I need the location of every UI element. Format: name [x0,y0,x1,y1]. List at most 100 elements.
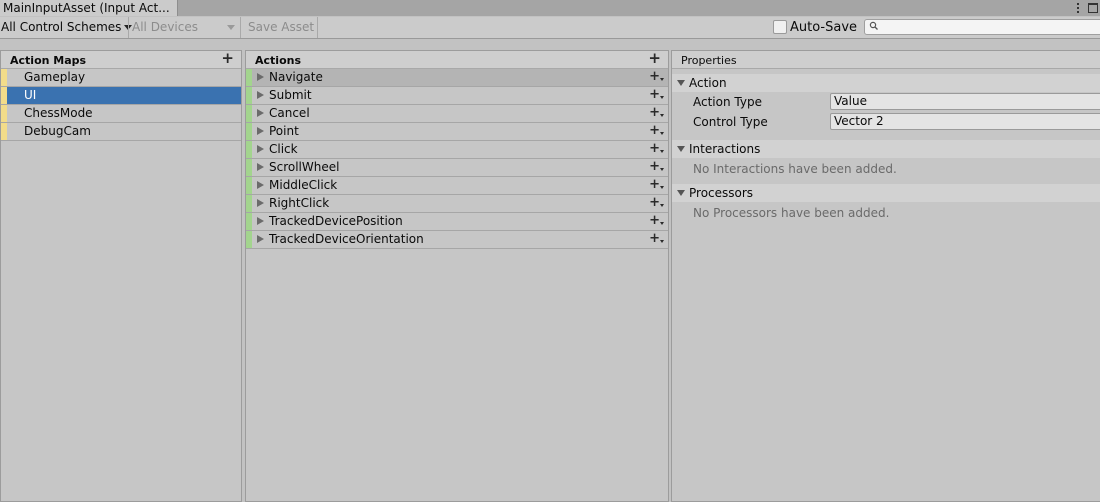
interactions-section-title: Interactions [689,142,761,156]
add-action-button[interactable]: + [648,50,661,66]
action-map-label: Gameplay [24,70,86,84]
search-input[interactable] [864,19,1100,35]
control-type-dropdown[interactable]: Vector 2 [830,113,1100,130]
expand-arrow-icon[interactable] [257,199,264,207]
expand-arrow-icon[interactable] [257,235,264,243]
action-map-label: UI [24,88,37,102]
action-color-stripe [246,87,252,104]
expand-arrow-icon[interactable] [257,127,264,135]
expand-arrow-icon[interactable] [257,91,264,99]
action-section-title: Action [689,76,727,90]
action-maps-header: Action Maps + [1,50,241,69]
devices-label: All Devices [132,20,198,34]
toolbar-divider [317,17,318,38]
control-schemes-label: All Control Schemes [1,20,122,34]
add-binding-icon[interactable]: + [649,176,664,193]
action-label: RightClick [269,196,330,210]
action-type-row: Action Type Value [672,92,1100,112]
expand-arrow-icon[interactable] [257,163,264,171]
save-asset-label: Save Asset [248,20,315,34]
action-item[interactable]: MiddleClick + [246,177,668,195]
action-map-color-stripe [1,69,7,86]
properties-header: Properties [672,51,1100,69]
action-color-stripe [246,195,252,212]
action-item[interactable]: ScrollWheel + [246,159,668,177]
action-item[interactable]: Submit + [246,87,668,105]
add-binding-icon[interactable]: + [649,212,664,229]
action-item[interactable]: Click + [246,141,668,159]
expand-arrow-icon[interactable] [257,145,264,153]
save-asset-button[interactable]: Save Asset [248,17,314,38]
expand-arrow-icon[interactable] [257,73,264,81]
action-item[interactable]: Navigate + [246,69,668,87]
action-map-item[interactable]: DebugCam [1,123,241,141]
action-label: MiddleClick [269,178,338,192]
action-label: Navigate [269,70,323,84]
action-map-label: DebugCam [24,124,91,138]
action-label: Cancel [269,106,310,120]
auto-save-label: Auto-Save [790,20,858,35]
action-maps-title: Action Maps [10,54,87,67]
action-map-item[interactable]: Gameplay [1,69,241,87]
add-binding-icon[interactable]: + [649,140,664,157]
add-binding-icon[interactable]: + [649,68,664,85]
interactions-section-header[interactable]: Interactions [672,140,1100,158]
add-binding-icon[interactable]: + [649,194,664,211]
action-map-item[interactable]: ChessMode [1,105,241,123]
toolbar: All Control Schemes All Devices Save Ass… [0,17,1100,39]
control-type-label: Control Type [693,115,768,129]
action-map-color-stripe [1,123,7,140]
action-color-stripe [246,231,252,248]
action-item[interactable]: RightClick + [246,195,668,213]
expand-arrow-icon[interactable] [257,181,264,189]
foldout-arrow-icon [677,146,685,152]
devices-dropdown[interactable]: All Devices [132,17,237,38]
foldout-arrow-icon [677,80,685,86]
action-label: TrackedDevicePosition [269,214,403,228]
expand-arrow-icon[interactable] [257,109,264,117]
foldout-arrow-icon [677,190,685,196]
window-tab-title: MainInputAsset (Input Act... [3,1,170,15]
maximize-icon[interactable] [1088,3,1098,13]
add-binding-icon[interactable]: + [649,230,664,247]
action-map-color-stripe [1,87,7,104]
control-schemes-dropdown[interactable]: All Control Schemes [1,17,133,38]
action-item[interactable]: Point + [246,123,668,141]
more-options-icon[interactable] [1077,3,1080,13]
action-item[interactable]: Cancel + [246,105,668,123]
add-binding-icon[interactable]: + [649,86,664,103]
actions-panel: Actions + Navigate + Submit + Cancel + Point + C… [245,50,669,502]
auto-save-checkbox[interactable] [773,20,787,34]
action-label: Submit [269,88,312,102]
action-color-stripe [246,141,252,158]
actions-header: Actions + [246,50,668,69]
actions-list: Navigate + Submit + Cancel + Point + Click + Scrol… [246,69,668,249]
actions-title: Actions [255,54,301,67]
add-binding-icon[interactable]: + [649,158,664,175]
action-section-header[interactable]: Action [672,74,1100,92]
action-map-label: ChessMode [24,106,93,120]
action-item[interactable]: TrackedDevicePosition + [246,213,668,231]
toolbar-divider [240,17,241,38]
action-map-item[interactable]: UI [1,87,241,105]
window-tab[interactable]: MainInputAsset (Input Act... [0,0,178,16]
window-controls [1077,0,1098,16]
processors-empty-message: No Processors have been added. [693,206,890,220]
action-item[interactable]: TrackedDeviceOrientation + [246,231,668,249]
processors-section-header[interactable]: Processors [672,184,1100,202]
processors-section-title: Processors [689,186,754,200]
action-maps-panel: Action Maps + Gameplay UI ChessMode DebugCa… [0,50,242,502]
expand-arrow-icon[interactable] [257,217,264,225]
add-binding-icon[interactable]: + [649,104,664,121]
toolbar-divider [128,17,129,38]
action-color-stripe [246,213,252,230]
properties-panel: Properties Action Action Type Value Cont… [671,50,1100,502]
action-color-stripe [246,159,252,176]
action-label: Click [269,142,298,156]
action-color-stripe [246,69,252,86]
action-type-dropdown[interactable]: Value [830,93,1100,110]
action-type-value: Value [834,94,867,108]
search-icon [869,21,878,30]
add-action-map-button[interactable]: + [221,50,234,66]
add-binding-icon[interactable]: + [649,122,664,139]
